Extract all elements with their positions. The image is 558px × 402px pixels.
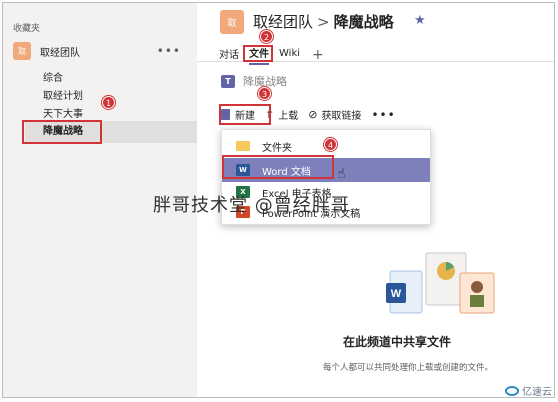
teams-icon: T (221, 74, 235, 88)
files-illustration: W (386, 252, 495, 314)
annotation-box-new (219, 104, 271, 125)
channel-item-plan[interactable]: 取经计划 (43, 87, 83, 102)
brand-watermark: 亿速云 (505, 383, 552, 398)
svg-text:W: W (391, 288, 402, 300)
annotation-badge-4: 4 (324, 138, 337, 151)
upload-button-label: 上载 (278, 111, 299, 122)
brand-name: 亿速云 (522, 387, 552, 398)
app-window: 收藏夹 取 取经团队 ••• 综合 取经计划 天下大事 降魔战略 1 取 取经团… (2, 2, 555, 398)
watermark-text: 胖哥技术堂 @曾经胖哥 (153, 195, 350, 216)
get-link-button-label: 获取链接 (321, 111, 362, 122)
folder-icon (236, 141, 250, 151)
team-name: 取经团队 (40, 47, 80, 59)
empty-state-title: 在此频道中共享文件 (343, 335, 452, 349)
add-tab-icon[interactable]: + (312, 48, 324, 62)
breadcrumb-channel: 降魔战略 (333, 13, 394, 31)
files-header: T 降魔战略 (221, 73, 287, 89)
annotation-badge-2: 2 (260, 30, 273, 43)
breadcrumb: 取经团队 > 降魔战略 (253, 11, 394, 32)
tab-wiki[interactable]: Wiki (279, 48, 300, 62)
toolbar-more-icon[interactable]: ••• (371, 108, 395, 122)
link-icon: ⊘ (308, 108, 318, 121)
favorites-label: 收藏夹 (13, 24, 41, 34)
annotation-badge-1: 1 (102, 96, 115, 109)
channel-item-news[interactable]: 天下大事 (43, 105, 83, 120)
annotation-box-word (222, 155, 334, 179)
menu-item-folder-label: 文件夹 (262, 142, 292, 154)
team-item[interactable]: 取 取经团队 ••• (13, 41, 189, 61)
annotation-box-channel (22, 120, 102, 144)
channel-item-general[interactable]: 综合 (43, 69, 63, 84)
hand-cursor-icon: ☝ (337, 166, 346, 182)
annotation-box-files-tab (243, 45, 273, 62)
breadcrumb-team[interactable]: 取经团队 (253, 13, 313, 31)
team-more-options-icon[interactable]: ••• (157, 44, 181, 58)
brand-logo-icon (505, 385, 519, 396)
favorite-star-icon[interactable]: ★ (414, 13, 426, 28)
get-link-button[interactable]: ⊘ 获取链接 (308, 107, 361, 122)
team-avatar: 取 (13, 42, 31, 60)
header-team-avatar: 取 (220, 10, 244, 34)
breadcrumb-separator-icon: > (317, 13, 330, 31)
empty-state-description: 每个人都可以共同处理你上载或创建的文件。 (323, 363, 494, 373)
annotation-badge-3: 3 (258, 87, 271, 100)
